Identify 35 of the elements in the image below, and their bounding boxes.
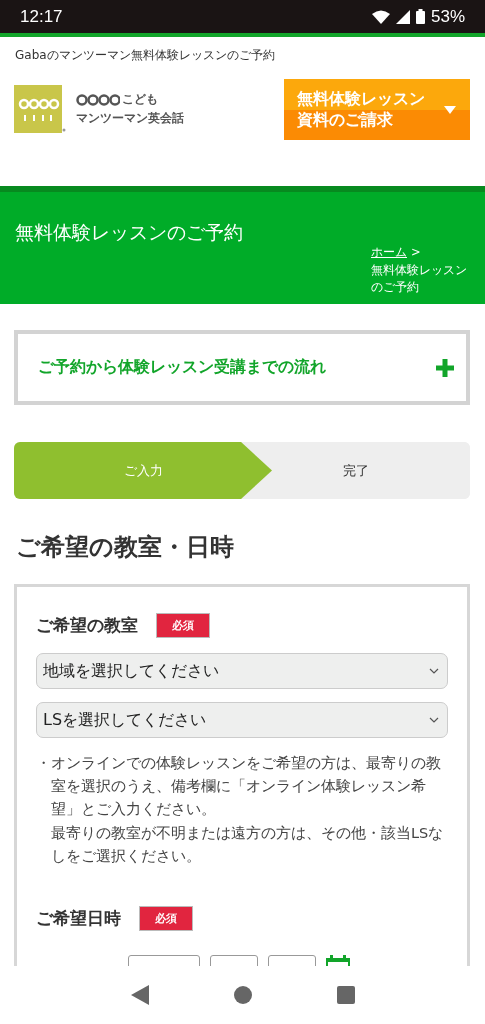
battery-icon (415, 9, 425, 24)
tagline: Gabaのマンツーマン無料体験レッスンのご予約 (14, 47, 276, 64)
select-field[interactable]: 地域を選択してください (36, 653, 448, 689)
progress-step: ご入力 (14, 442, 272, 499)
recents-icon[interactable] (336, 986, 355, 1004)
plus-icon (436, 358, 454, 377)
breadcrumb-link[interactable]: ホーム (371, 245, 407, 260)
accordion-header[interactable]: ご予約から体験レッスン受講までの流れ (14, 330, 470, 405)
battery-percent: 53% (430, 6, 465, 27)
note-text: 最寄りの教室が不明または遠方の方は、その他・該当LSなしをご選択ください。 (51, 823, 444, 866)
bullet: ・ (36, 754, 51, 773)
cta-button[interactable]: 無料体験レッスン 資料のご請求 (284, 79, 470, 140)
section-heading: ご希望の教室・日時 (16, 532, 235, 563)
required-badge: 必須 (139, 905, 193, 931)
required-badge: 必須 (156, 613, 210, 638)
field-label: ご希望の教室 (36, 614, 138, 637)
home-icon[interactable] (233, 986, 252, 1004)
chevron-down-icon (429, 717, 439, 723)
wordmark-icon (76, 92, 120, 107)
logo-text: マンツーマン英会話 (76, 110, 184, 127)
field-label: ご希望日時 (36, 906, 121, 930)
breadcrumb-current: 無料体験レッスンのご予約 (371, 261, 468, 296)
dropdown-caret-icon (444, 105, 456, 114)
signal-icon (395, 9, 410, 24)
clock: 12:17 (20, 6, 63, 27)
select-field[interactable]: LSを選択してください (36, 702, 448, 738)
page-title: 無料体験レッスンのご予約 (15, 220, 243, 245)
calendar-icon[interactable] (326, 954, 350, 966)
chevron-down-icon (429, 668, 439, 674)
breadcrumb-separator: > (411, 245, 421, 260)
logo-icon[interactable] (14, 85, 66, 133)
back-icon[interactable] (130, 985, 149, 1005)
wifi-icon (371, 9, 390, 24)
logo-subtitle: こども (122, 91, 158, 108)
note-text: オンラインでの体験レッスンをご希望の方は、最寄りの教室を選択のうえ、備考欄に「オンライン体験レッスン希望」とご入力ください。 (51, 754, 442, 820)
